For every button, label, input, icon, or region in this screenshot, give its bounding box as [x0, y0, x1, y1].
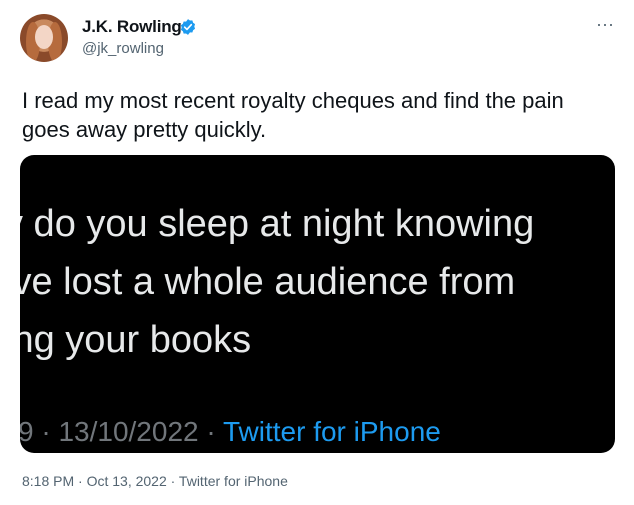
media-text-line: ’ve lost a whole audience from — [20, 261, 516, 303]
avatar-face — [35, 25, 53, 49]
more-options-icon[interactable]: ··· — [596, 15, 614, 33]
media-meta-source: Twitter for iPhone — [222, 416, 441, 447]
user-handle[interactable]: @jk_rowling — [82, 40, 164, 57]
media-text-line: v do you sleep at night knowing — [20, 203, 535, 245]
verified-badge-icon — [180, 19, 196, 35]
avatar[interactable] — [20, 14, 68, 62]
media-meta-prefix: 9 · 13/10/2022 · — [20, 416, 223, 447]
display-name[interactable]: J.K. Rowling — [82, 17, 182, 37]
tweet-media-image[interactable]: v do you sleep at night knowing ’ve lost… — [20, 155, 615, 453]
media-text-line: ing your books — [20, 319, 252, 361]
media-meta-line: 9 · 13/10/2022 · Twitter for iPhone — [20, 416, 441, 448]
tweet-timestamp[interactable]: 8:18 PM · Oct 13, 2022 · Twitter for iPh… — [22, 473, 288, 489]
tweet-card: J.K. Rowling @jk_rowling ··· I read my m… — [0, 0, 634, 505]
tweet-text: I read my most recent royalty cheques an… — [22, 88, 564, 142]
